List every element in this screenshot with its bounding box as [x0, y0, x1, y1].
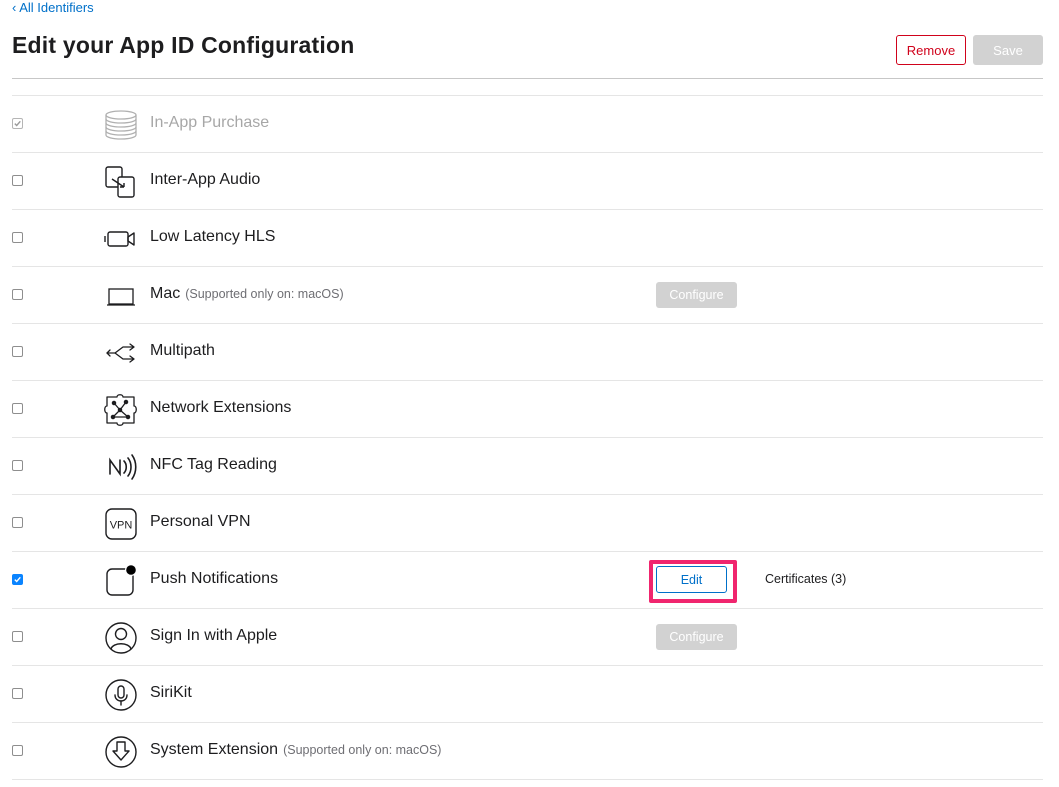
capability-label: Sign In with Apple	[150, 627, 278, 644]
capability-row-system-extension: System Extension (Supported only on: macO…	[12, 723, 1043, 780]
laptop-icon	[104, 279, 138, 313]
capability-row-push-notifications: Push Notifications Edit Certificates (3)	[12, 552, 1043, 609]
push-notifications-checkbox[interactable]	[12, 574, 23, 585]
capability-label: Low Latency HLS	[150, 228, 276, 245]
all-identifiers-link[interactable]: ‹ All Identifiers	[12, 0, 94, 16]
capability-note: (Supported only on: macOS)	[283, 743, 442, 757]
capability-row-personal-vpn: VPN Personal VPN	[12, 495, 1043, 552]
sirikit-checkbox[interactable]	[12, 688, 23, 699]
sign-in-with-apple-configure-button[interactable]: Configure	[656, 624, 737, 650]
video-camera-icon	[104, 222, 138, 256]
inter-app-audio-icon	[104, 165, 138, 199]
push-notifications-edit-button[interactable]: Edit	[656, 566, 727, 593]
capability-label: System Extension (Supported only on: macO…	[150, 741, 441, 759]
page-title: Edit your App ID Configuration	[12, 32, 355, 58]
personal-vpn-checkbox[interactable]	[12, 517, 23, 528]
multipath-checkbox[interactable]	[12, 346, 23, 357]
capability-label: NFC Tag Reading	[150, 456, 277, 473]
capability-note: (Supported only on: macOS)	[185, 287, 344, 301]
capability-label: Network Extensions	[150, 399, 292, 416]
capability-row-multipath: Multipath	[12, 324, 1043, 381]
coins-icon	[104, 108, 138, 142]
remove-button[interactable]: Remove	[896, 35, 966, 65]
mac-checkbox[interactable]	[12, 289, 23, 300]
system-extension-icon	[104, 735, 138, 769]
network-extensions-checkbox[interactable]	[12, 403, 23, 414]
nfc-tag-reading-checkbox[interactable]	[12, 460, 23, 471]
capability-row-in-app-purchase: In-App Purchase	[12, 96, 1043, 153]
capability-row-network-extensions: Network Extensions	[12, 381, 1043, 438]
mac-configure-button[interactable]: Configure	[656, 282, 737, 308]
header-divider	[12, 78, 1043, 79]
capability-row-sign-in-with-apple: Sign In with Apple Configure	[12, 609, 1043, 666]
capability-label: Personal VPN	[150, 513, 251, 530]
certificates-count: Certificates (3)	[765, 572, 847, 586]
capability-row-sirikit: SiriKit	[12, 666, 1043, 723]
nfc-icon	[104, 450, 138, 484]
vpn-icon-text: VPN	[110, 520, 133, 532]
capability-label: SiriKit	[150, 684, 192, 701]
vpn-icon: VPN	[104, 507, 138, 541]
low-latency-hls-checkbox[interactable]	[12, 232, 23, 243]
capability-label: In-App Purchase	[150, 114, 270, 131]
multipath-arrows-icon	[104, 336, 138, 370]
network-extensions-icon	[104, 393, 138, 427]
capability-row-nfc-tag-reading: NFC Tag Reading	[12, 438, 1043, 495]
capability-name: Mac	[150, 285, 181, 302]
capability-row-inter-app-audio: Inter-App Audio	[12, 153, 1043, 210]
save-button[interactable]: Save	[973, 35, 1043, 65]
system-extension-checkbox[interactable]	[12, 745, 23, 756]
inter-app-audio-checkbox[interactable]	[12, 175, 23, 186]
capability-label: Push Notifications	[150, 570, 279, 587]
capability-label: Multipath	[150, 342, 215, 359]
capability-name: System Extension	[150, 741, 279, 758]
in-app-purchase-checkbox[interactable]	[12, 118, 23, 129]
capability-label: Inter-App Audio	[150, 171, 261, 188]
capability-label: Mac (Supported only on: macOS)	[150, 285, 344, 303]
person-icon	[104, 621, 138, 655]
microphone-icon	[104, 678, 138, 712]
push-notification-icon	[104, 564, 138, 598]
capability-row-low-latency-hls: Low Latency HLS	[12, 210, 1043, 267]
capability-row-mac: Mac (Supported only on: macOS) Configure	[12, 267, 1043, 324]
sign-in-with-apple-checkbox[interactable]	[12, 631, 23, 642]
capabilities-list: In-App Purchase Inter-App Audio Low Late…	[12, 95, 1043, 780]
